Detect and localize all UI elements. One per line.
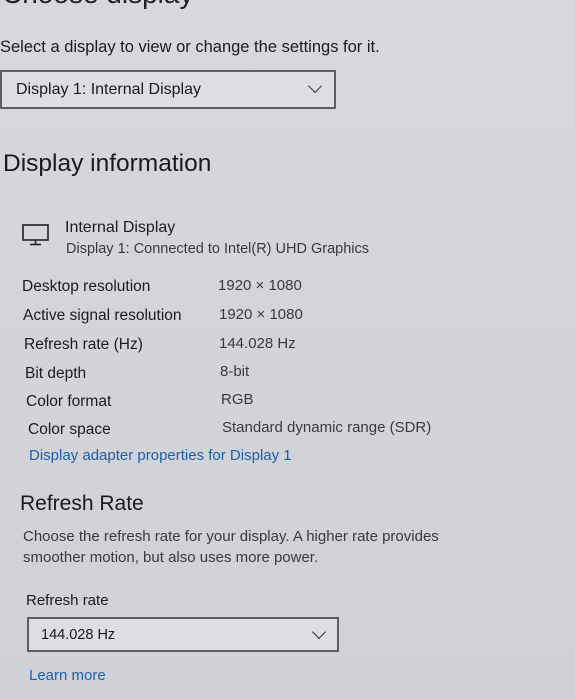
learn-more-link[interactable]: Learn more xyxy=(29,667,106,684)
page-title: Choose display xyxy=(2,0,193,10)
info-label-color-space: Color space xyxy=(28,421,111,438)
display-select-value: Display 1: Internal Display xyxy=(16,81,201,98)
display-adapter-properties-link[interactable]: Display adapter properties for Display 1 xyxy=(29,447,292,464)
info-value-bit-depth: 8-bit xyxy=(220,363,250,380)
info-label-color-format: Color format xyxy=(26,393,112,410)
refresh-rate-label: Refresh rate xyxy=(26,592,109,609)
info-label-active-signal-resolution: Active signal resolution xyxy=(23,307,182,324)
info-value-color-space: Standard dynamic range (SDR) xyxy=(222,419,432,436)
info-value-color-format: RGB xyxy=(221,391,254,408)
info-value-desktop-resolution: 1920 × 1080 xyxy=(218,277,302,294)
chevron-down-icon xyxy=(307,78,323,94)
refresh-rate-heading: Refresh Rate xyxy=(20,492,144,515)
chevron-down-icon xyxy=(311,624,327,640)
display-settings-page: Choose display Select a display to view … xyxy=(0,0,575,699)
info-label-bit-depth: Bit depth xyxy=(25,365,87,382)
refresh-rate-value: 144.028 Hz xyxy=(41,627,116,643)
display-information-heading: Display information xyxy=(3,150,212,177)
info-label-desktop-resolution: Desktop resolution xyxy=(22,278,151,295)
display-name: Internal Display xyxy=(65,219,176,236)
refresh-rate-description: Choose the refresh rate for your display… xyxy=(23,528,439,566)
monitor-icon xyxy=(22,224,49,246)
display-select-dropdown[interactable]: Display 1: Internal Display xyxy=(0,70,336,109)
refresh-rate-dropdown[interactable]: 144.028 Hz xyxy=(27,617,339,652)
display-connection: Display 1: Connected to Intel(R) UHD Gra… xyxy=(66,241,370,257)
info-value-active-signal-resolution: 1920 × 1080 xyxy=(219,306,303,323)
info-label-refresh-rate: Refresh rate (Hz) xyxy=(24,336,143,353)
choose-display-instruction: Select a display to view or change the s… xyxy=(0,38,380,56)
info-value-refresh-rate: 144.028 Hz xyxy=(219,335,296,352)
